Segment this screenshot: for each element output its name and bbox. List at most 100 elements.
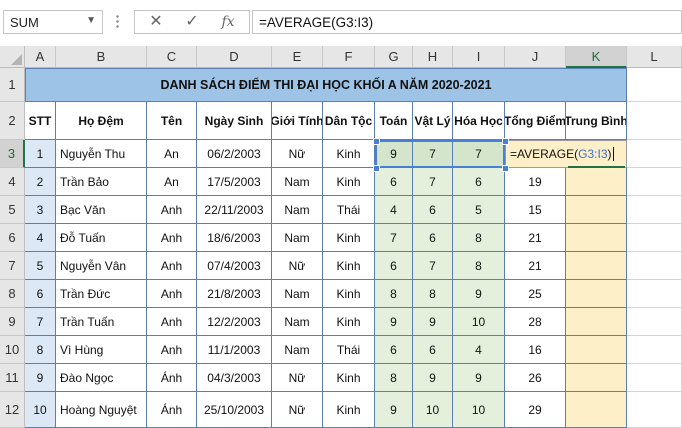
table-cell[interactable]: 19 <box>505 168 566 196</box>
row-header-8[interactable]: 8 <box>0 280 25 308</box>
header-cell[interactable]: Toán <box>375 102 413 140</box>
table-cell[interactable]: Nam <box>272 168 323 196</box>
table-cell[interactable]: An <box>147 168 197 196</box>
formula-input[interactable]: =AVERAGE(G3:I3) <box>252 10 682 34</box>
table-cell[interactable]: Vì Hùng <box>56 336 147 364</box>
average-cell[interactable] <box>566 224 627 252</box>
table-cell[interactable]: 6 <box>453 168 505 196</box>
enter-check-icon[interactable]: ✓ <box>177 12 207 32</box>
table-cell[interactable]: Kinh <box>323 168 375 196</box>
column-header-k[interactable]: K <box>566 46 627 68</box>
table-cell[interactable]: Anh <box>147 252 197 280</box>
table-cell[interactable]: Nữ <box>272 140 323 168</box>
table-cell[interactable]: Thái <box>323 336 375 364</box>
table-cell[interactable]: 6 <box>375 336 413 364</box>
table-cell[interactable]: 5 <box>25 252 56 280</box>
table-cell[interactable]: 28 <box>505 308 566 336</box>
table-cell[interactable]: Kinh <box>323 252 375 280</box>
table-cell[interactable]: 2 <box>25 168 56 196</box>
cell[interactable] <box>627 252 682 280</box>
table-cell[interactable]: Kinh <box>323 392 375 428</box>
column-header-i[interactable]: I <box>453 46 505 68</box>
table-cell[interactable]: Bạc Văn <box>56 196 147 224</box>
table-cell[interactable]: 22/11/2003 <box>197 196 272 224</box>
average-cell[interactable] <box>566 196 627 224</box>
table-cell[interactable]: 8 <box>453 252 505 280</box>
table-cell[interactable]: Đào Ngọc <box>56 364 147 392</box>
table-cell[interactable]: Thái <box>323 196 375 224</box>
header-cell[interactable]: Giới Tính <box>272 102 323 140</box>
table-cell[interactable]: Kinh <box>323 364 375 392</box>
table-cell[interactable]: 5 <box>453 196 505 224</box>
table-cell[interactable]: 6 <box>375 168 413 196</box>
table-cell[interactable]: Nguyễn Vân <box>56 252 147 280</box>
table-cell[interactable]: 7 <box>453 140 505 168</box>
table-cell[interactable]: 26 <box>505 364 566 392</box>
table-cell[interactable]: 4 <box>375 196 413 224</box>
table-cell[interactable]: Kinh <box>323 224 375 252</box>
table-cell[interactable]: Nam <box>272 308 323 336</box>
table-cell[interactable]: 25 <box>505 280 566 308</box>
table-cell[interactable]: 9 <box>413 364 453 392</box>
column-header-c[interactable]: C <box>147 46 197 68</box>
table-cell[interactable]: 8 <box>375 280 413 308</box>
table-cell[interactable]: 7 <box>25 308 56 336</box>
table-cell[interactable]: 10 <box>453 308 505 336</box>
table-cell[interactable]: 4 <box>25 224 56 252</box>
table-cell[interactable]: 6 <box>375 252 413 280</box>
cell[interactable] <box>627 224 682 252</box>
row-header-11[interactable]: 11 <box>0 364 25 392</box>
table-cell[interactable]: 17/5/2003 <box>197 168 272 196</box>
insert-function-icon[interactable]: fx <box>213 12 243 32</box>
table-cell[interactable]: Ánh <box>147 364 197 392</box>
row-header-6[interactable]: 6 <box>0 224 25 252</box>
table-cell[interactable]: Đỗ Tuấn <box>56 224 147 252</box>
header-cell[interactable]: Họ Đệm <box>56 102 147 140</box>
table-cell[interactable]: Anh <box>147 336 197 364</box>
table-cell[interactable]: Nguyễn Thu <box>56 140 147 168</box>
average-cell[interactable] <box>566 308 627 336</box>
name-box[interactable]: SUM ▼ <box>3 10 103 34</box>
table-cell[interactable]: 18/6/2003 <box>197 224 272 252</box>
cell[interactable] <box>627 364 682 392</box>
table-cell[interactable]: 21 <box>505 252 566 280</box>
table-cell[interactable]: 21 <box>505 224 566 252</box>
cell[interactable] <box>627 102 682 140</box>
column-header-g[interactable]: G <box>375 46 413 68</box>
table-cell[interactable]: 11/1/2003 <box>197 336 272 364</box>
table-cell[interactable]: Nam <box>272 224 323 252</box>
table-cell[interactable]: Anh <box>147 224 197 252</box>
column-header-d[interactable]: D <box>197 46 272 68</box>
table-cell[interactable]: 7 <box>413 252 453 280</box>
table-cell[interactable]: Nam <box>272 336 323 364</box>
table-cell[interactable]: 7 <box>413 140 453 168</box>
drag-handle-icon[interactable] <box>116 14 119 30</box>
table-cell[interactable]: 29 <box>505 392 566 428</box>
table-cell[interactable]: Nam <box>272 196 323 224</box>
table-cell[interactable]: 1 <box>25 140 56 168</box>
table-cell[interactable]: 16 <box>505 336 566 364</box>
column-header-f[interactable]: F <box>323 46 375 68</box>
header-cell[interactable]: Ngày Sinh <box>197 102 272 140</box>
table-cell[interactable]: Hoàng Nguyệt <box>56 392 147 428</box>
column-header-b[interactable]: B <box>56 46 147 68</box>
table-cell[interactable]: Kinh <box>323 308 375 336</box>
cancel-icon[interactable]: ✕ <box>141 12 171 32</box>
table-cell[interactable]: Anh <box>147 280 197 308</box>
table-cell[interactable]: Trần Bảo <box>56 168 147 196</box>
table-cell[interactable]: 3 <box>25 196 56 224</box>
row-header-1[interactable]: 1 <box>0 68 25 102</box>
table-cell[interactable]: 10 <box>413 392 453 428</box>
table-cell[interactable]: Kinh <box>323 280 375 308</box>
table-cell[interactable]: Nữ <box>272 392 323 428</box>
table-cell[interactable]: 15 <box>505 196 566 224</box>
table-cell[interactable]: Anh <box>147 308 197 336</box>
table-cell[interactable]: 9 <box>25 364 56 392</box>
sheet-title[interactable]: DANH SÁCH ĐIỂM THI ĐẠI HỌC KHỐI A NĂM 20… <box>25 68 627 102</box>
table-cell[interactable]: 8 <box>375 364 413 392</box>
average-cell[interactable] <box>566 364 627 392</box>
table-cell[interactable]: 07/4/2003 <box>197 252 272 280</box>
column-header-h[interactable]: H <box>413 46 453 68</box>
table-cell[interactable]: 12/2/2003 <box>197 308 272 336</box>
table-cell[interactable]: Nam <box>272 280 323 308</box>
